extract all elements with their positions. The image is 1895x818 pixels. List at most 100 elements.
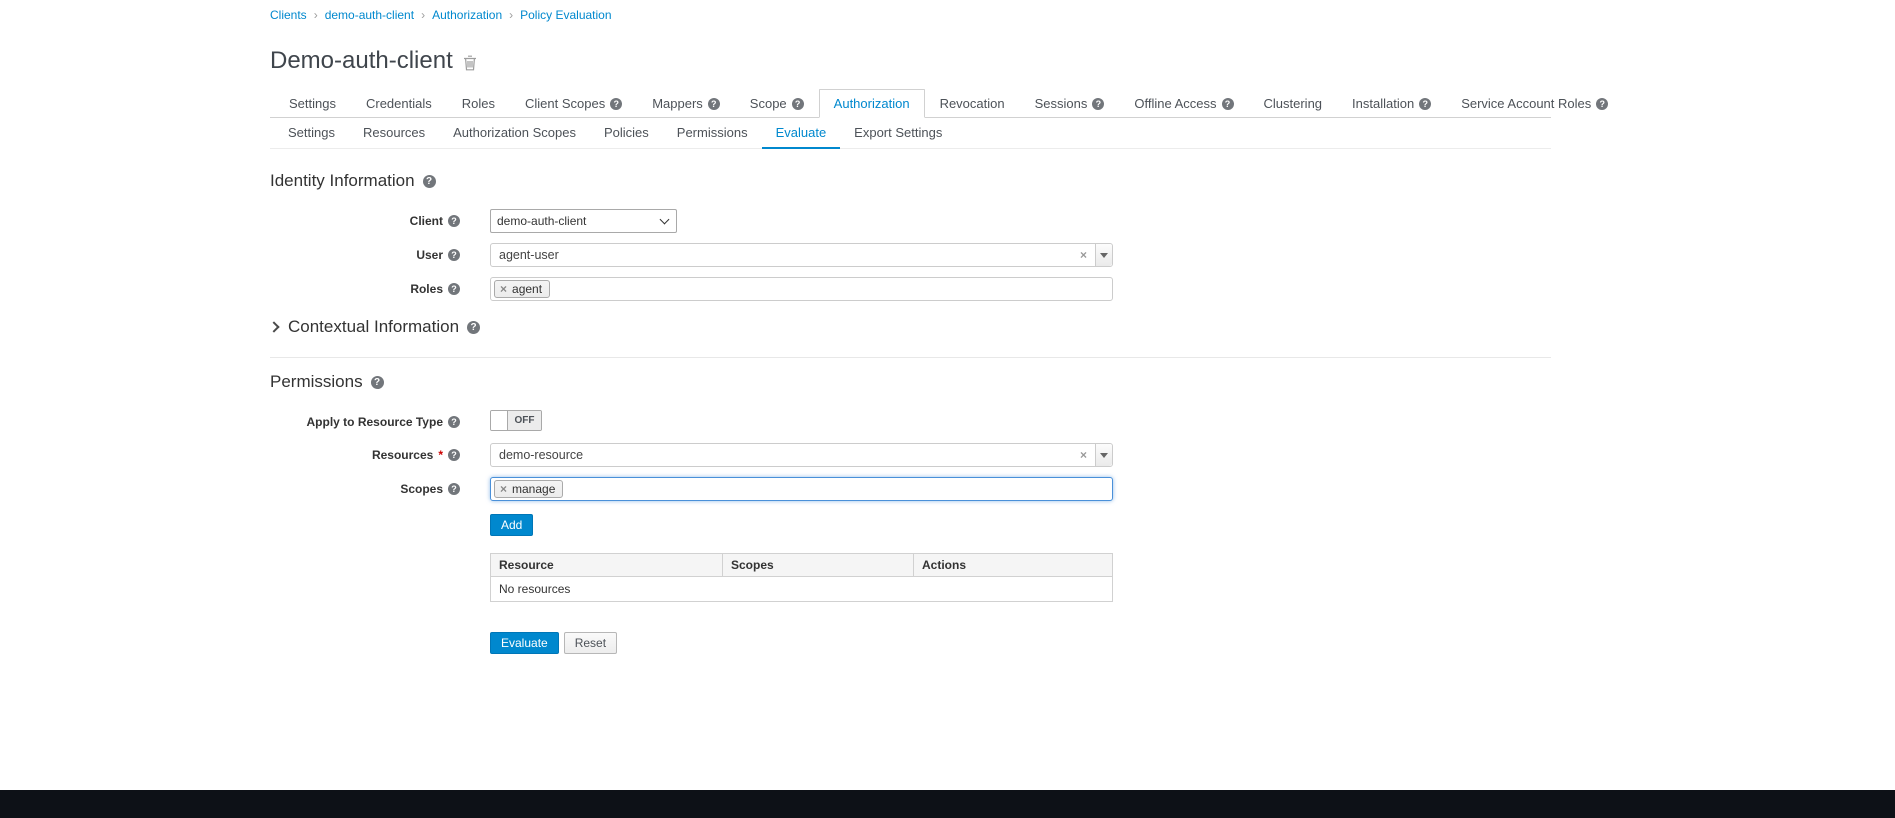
- resources-combobox[interactable]: demo-resource: [490, 443, 1113, 467]
- clear-selection-icon[interactable]: [1080, 248, 1087, 262]
- footer-bar: [0, 790, 1895, 818]
- help-icon: [371, 376, 384, 389]
- help-icon: [792, 98, 804, 110]
- tab-credentials[interactable]: Credentials: [351, 89, 447, 118]
- authorization-sub-tabs: Settings Resources Authorization Scopes …: [270, 118, 1551, 149]
- subtab-authorization-scopes[interactable]: Authorization Scopes: [439, 118, 590, 149]
- tab-scope[interactable]: Scope: [735, 89, 819, 118]
- table-header-resource: Resource: [491, 554, 723, 577]
- contextual-information-toggle[interactable]: Contextual Information: [270, 317, 1551, 337]
- help-icon: [708, 98, 720, 110]
- breadcrumb: Clients › demo-auth-client › Authorizati…: [270, 6, 1551, 22]
- breadcrumb-clients[interactable]: Clients: [270, 8, 307, 22]
- subtab-settings[interactable]: Settings: [274, 118, 349, 149]
- permissions-heading: Permissions: [270, 372, 1551, 392]
- tab-clustering[interactable]: Clustering: [1249, 89, 1338, 118]
- help-icon: [448, 215, 460, 227]
- tab-revocation[interactable]: Revocation: [925, 89, 1020, 118]
- table-header-actions: Actions: [914, 554, 1113, 577]
- role-tag: agent: [494, 280, 550, 298]
- help-icon: [1596, 98, 1608, 110]
- tab-service-account-roles[interactable]: Service Account Roles: [1446, 89, 1623, 118]
- breadcrumb-demo-auth-client[interactable]: demo-auth-client: [325, 8, 414, 22]
- resources-table: Resource Scopes Actions No resources: [490, 553, 1113, 602]
- add-button[interactable]: Add: [490, 514, 533, 536]
- chevron-right-icon: [268, 321, 279, 332]
- user-combobox[interactable]: agent-user: [490, 243, 1113, 267]
- chevron-down-icon: [1100, 253, 1108, 258]
- action-buttons: Evaluate Reset: [490, 632, 1551, 654]
- breadcrumb-separator-icon: ›: [314, 8, 318, 22]
- help-icon: [448, 283, 460, 295]
- tab-sessions[interactable]: Sessions: [1020, 89, 1120, 118]
- scopes-form-row: Scopes manage: [270, 477, 1551, 501]
- tab-client-scopes[interactable]: Client Scopes: [510, 89, 637, 118]
- role-tag-label: agent: [512, 282, 542, 296]
- reset-button[interactable]: Reset: [564, 632, 617, 654]
- breadcrumb-policy-evaluation[interactable]: Policy Evaluation: [520, 8, 611, 22]
- apply-to-resource-type-row: Apply to Resource Type OFF: [270, 410, 1551, 431]
- identity-information-heading: Identity Information: [270, 171, 1551, 191]
- client-select-input[interactable]: demo-auth-client: [490, 209, 677, 233]
- roles-multiselect[interactable]: agent: [490, 277, 1113, 301]
- help-icon: [448, 483, 460, 495]
- section-divider: [270, 357, 1551, 358]
- table-row: No resources: [491, 577, 1113, 602]
- scope-tag-label: manage: [512, 482, 555, 496]
- subtab-permissions[interactable]: Permissions: [663, 118, 762, 149]
- subtab-resources[interactable]: Resources: [349, 118, 439, 149]
- evaluate-button[interactable]: Evaluate: [490, 632, 559, 654]
- subtab-policies[interactable]: Policies: [590, 118, 663, 149]
- clear-selection-icon[interactable]: [1080, 448, 1087, 462]
- breadcrumb-separator-icon: ›: [421, 8, 425, 22]
- toggle-state-label: OFF: [508, 411, 541, 430]
- title-row: Demo-auth-client: [270, 47, 1551, 75]
- subtab-export-settings[interactable]: Export Settings: [840, 118, 956, 149]
- table-header-scopes: Scopes: [723, 554, 914, 577]
- scopes-label: Scopes: [270, 477, 460, 496]
- client-select[interactable]: demo-auth-client: [490, 209, 677, 233]
- user-label: User: [270, 243, 460, 262]
- chevron-down-icon: [1100, 453, 1108, 458]
- page-title: Demo-auth-client: [270, 47, 453, 75]
- roles-form-row: Roles agent: [270, 277, 1551, 301]
- help-icon: [467, 321, 480, 334]
- resources-dropdown-toggle[interactable]: [1095, 444, 1112, 466]
- client-form-row: Client demo-auth-client: [270, 209, 1551, 233]
- tab-mappers[interactable]: Mappers: [637, 89, 735, 118]
- breadcrumb-authorization[interactable]: Authorization: [432, 8, 502, 22]
- resources-label: Resources *: [270, 443, 460, 462]
- main-content: Clients › demo-auth-client › Authorizati…: [270, 0, 1551, 654]
- help-icon: [448, 449, 460, 461]
- scope-tag: manage: [494, 480, 563, 498]
- add-row: Add: [490, 514, 1551, 536]
- tab-roles[interactable]: Roles: [447, 89, 510, 118]
- help-icon: [448, 416, 460, 428]
- user-selected-value: agent-user: [499, 248, 559, 262]
- client-label: Client: [270, 209, 460, 228]
- help-icon: [610, 98, 622, 110]
- tab-authorization[interactable]: Authorization: [819, 89, 925, 118]
- tab-settings[interactable]: Settings: [274, 89, 351, 118]
- required-asterisk: *: [438, 448, 443, 462]
- subtab-evaluate[interactable]: Evaluate: [762, 118, 841, 149]
- tab-offline-access[interactable]: Offline Access: [1119, 89, 1248, 118]
- user-dropdown-toggle[interactable]: [1095, 244, 1112, 266]
- empty-table-message: No resources: [491, 577, 1113, 602]
- toggle-handle: [491, 411, 508, 430]
- scopes-multiselect[interactable]: manage: [490, 477, 1113, 501]
- remove-tag-icon[interactable]: [500, 483, 507, 495]
- user-form-row: User agent-user: [270, 243, 1551, 267]
- main-tabs: Settings Credentials Roles Client Scopes…: [270, 89, 1551, 118]
- help-icon: [1092, 98, 1104, 110]
- table-header-row: Resource Scopes Actions: [491, 554, 1113, 577]
- remove-tag-icon[interactable]: [500, 283, 507, 295]
- apply-to-resource-type-toggle[interactable]: OFF: [490, 410, 542, 431]
- help-icon: [448, 249, 460, 261]
- delete-client-trash-icon[interactable]: [463, 51, 477, 71]
- breadcrumb-separator-icon: ›: [509, 8, 513, 22]
- tab-installation[interactable]: Installation: [1337, 89, 1446, 118]
- apply-to-resource-type-label: Apply to Resource Type: [270, 410, 460, 429]
- resources-form-row: Resources * demo-resource: [270, 443, 1551, 467]
- resources-selected-value: demo-resource: [499, 448, 583, 462]
